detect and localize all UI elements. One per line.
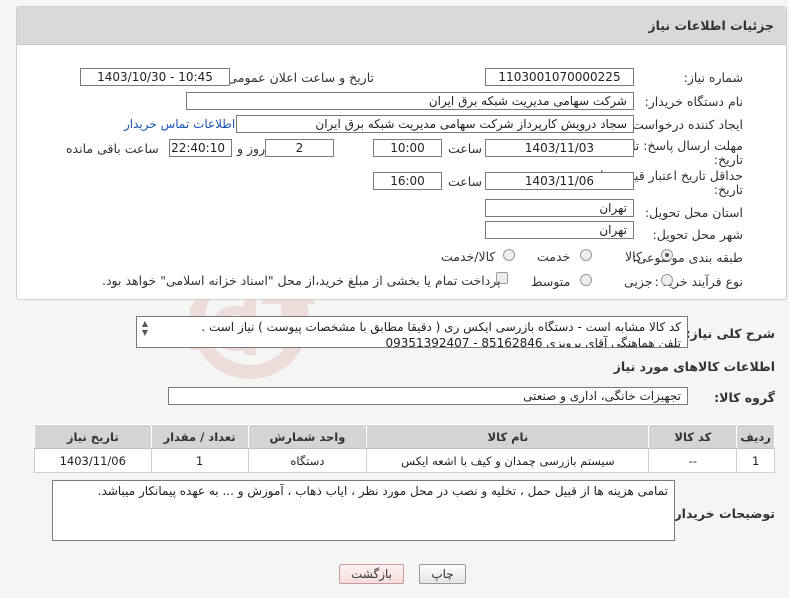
requester-label: ایجاد کننده درخواست: [627,117,743,132]
cell-unit: دستگاه [247,448,368,473]
cell-quantity: 1 [150,448,249,473]
category-label: طبقه بندی موضوعی: [632,250,743,265]
city-label: شهر محل تحویل: [652,227,743,242]
cell-need-date: 1403/11/06 [34,448,152,473]
remaining-time-field: 22:40:10 [169,139,232,157]
category-option-service: خدمت [537,249,571,264]
validity-time-field: 16:00 [373,172,442,190]
validity-date-label: تاریخ: [713,182,743,197]
validity-date-field: 1403/11/06 [485,172,634,190]
deadline-time-label: ساعت [448,141,483,156]
announce-datetime-label: تاریخ و ساعت اعلان عمومی: [223,70,374,85]
panel-header: جزئیات اطلاعات نیاز [17,7,786,45]
deadline-date-label: تاریخ: [713,152,743,167]
requester-field: سجاد درویش کارپرداز شرکت سهامی مدیریت شب… [236,115,634,133]
goods-table: ردیف کد کالا نام کالا واحد شمارش تعداد /… [34,424,775,473]
goods-section-title: اطلاعات کالاهای مورد نیاز [613,359,775,374]
goods-group-label: گروه کالا: [714,390,775,405]
col-unit: واحد شمارش [247,424,368,449]
panel-title: جزئیات اطلاعات نیاز [648,18,774,33]
validity-time-label: ساعت [448,174,483,189]
buyer-notes-label: توضیحات خریدار: [669,506,775,521]
col-row-number: ردیف [736,424,775,449]
process-radio-medium[interactable] [580,274,592,286]
days-remaining-field: 2 [265,139,334,157]
col-item-code: کد کالا [648,424,738,449]
description-label: شرح کلی نیاز: [685,326,775,341]
deadline-time-field: 10:00 [373,139,442,157]
deadline-label: مهلت ارسال پاسخ: تا [632,138,743,153]
need-number-label: شماره نیاز: [683,70,743,85]
category-option-goods: کالا [625,249,642,264]
category-radio-goods[interactable] [661,249,673,261]
buyer-org-field: شرکت سهامی مدیریت شبکه برق ایران [186,92,634,110]
category-radio-goods-service[interactable] [503,249,515,261]
days-label: روز و [237,141,266,156]
description-textarea: کد کالا مشابه است - دستگاه بازرسی ایکس ر… [136,316,688,348]
need-number-field: 1103001070000225 [485,68,634,86]
col-quantity: تعداد / مقدار [150,424,249,449]
deadline-date-field: 1403/11/03 [485,139,634,157]
goods-group-field: تجهیزات خانگی، اداری و صنعتی [168,387,688,405]
buyer-notes-textarea: تمامی هزینه ها از قبیل حمل ، تخلیه و نصب… [52,480,675,541]
description-scrollbar[interactable]: ▲ ▼ [139,319,151,345]
buyer-org-label: نام دستگاه خریدار: [644,94,743,109]
remaining-time-label: ساعت باقی مانده [66,141,159,156]
col-item-name: نام کالا [366,424,650,449]
print-button[interactable]: چاپ [419,564,466,584]
city-field: تهران [485,221,634,239]
buyer-contact-link[interactable]: اطلاعات تماس خریدار [124,117,235,131]
announce-datetime-field: 1403/10/30 - 10:45 [80,68,230,86]
province-field: تهران [485,199,634,217]
cell-row-number: 1 [736,448,775,473]
province-label: استان محل تحویل: [644,205,743,220]
process-option-minor: جزیی [624,274,653,289]
col-need-date: تاریخ نیاز [34,424,152,449]
back-button[interactable]: بازگشت [339,564,404,584]
need-details-page: AriaTender.neT جزئیات اطلاعات نیاز شماره… [0,0,789,598]
process-option-medium: متوسط [531,274,571,289]
category-option-goods-service: کالا/خدمت [441,249,496,264]
cell-item-code: -- [648,448,738,473]
description-line-2: تلفن هماهنگی آقای پرویزی 85162846 - 0935… [385,336,681,348]
table-header-row: ردیف کد کالا نام کالا واحد شمارش تعداد /… [34,424,775,449]
treasury-note: پرداخت تمام یا بخشی از مبلغ خرید،از محل … [102,273,501,288]
process-radio-minor[interactable] [661,274,673,286]
buyer-notes-text: تمامی هزینه ها از قبیل حمل ، تخلیه و نصب… [97,484,668,498]
description-line-1: کد کالا مشابه است - دستگاه بازرسی ایکس ر… [201,320,681,334]
category-radio-service[interactable] [580,249,592,261]
table-row: 1 -- سیستم بازرسی چمدان و کیف با اشعه ای… [34,448,775,473]
cell-item-name: سیستم بازرسی چمدان و کیف با اشعه ایکس [366,448,650,473]
